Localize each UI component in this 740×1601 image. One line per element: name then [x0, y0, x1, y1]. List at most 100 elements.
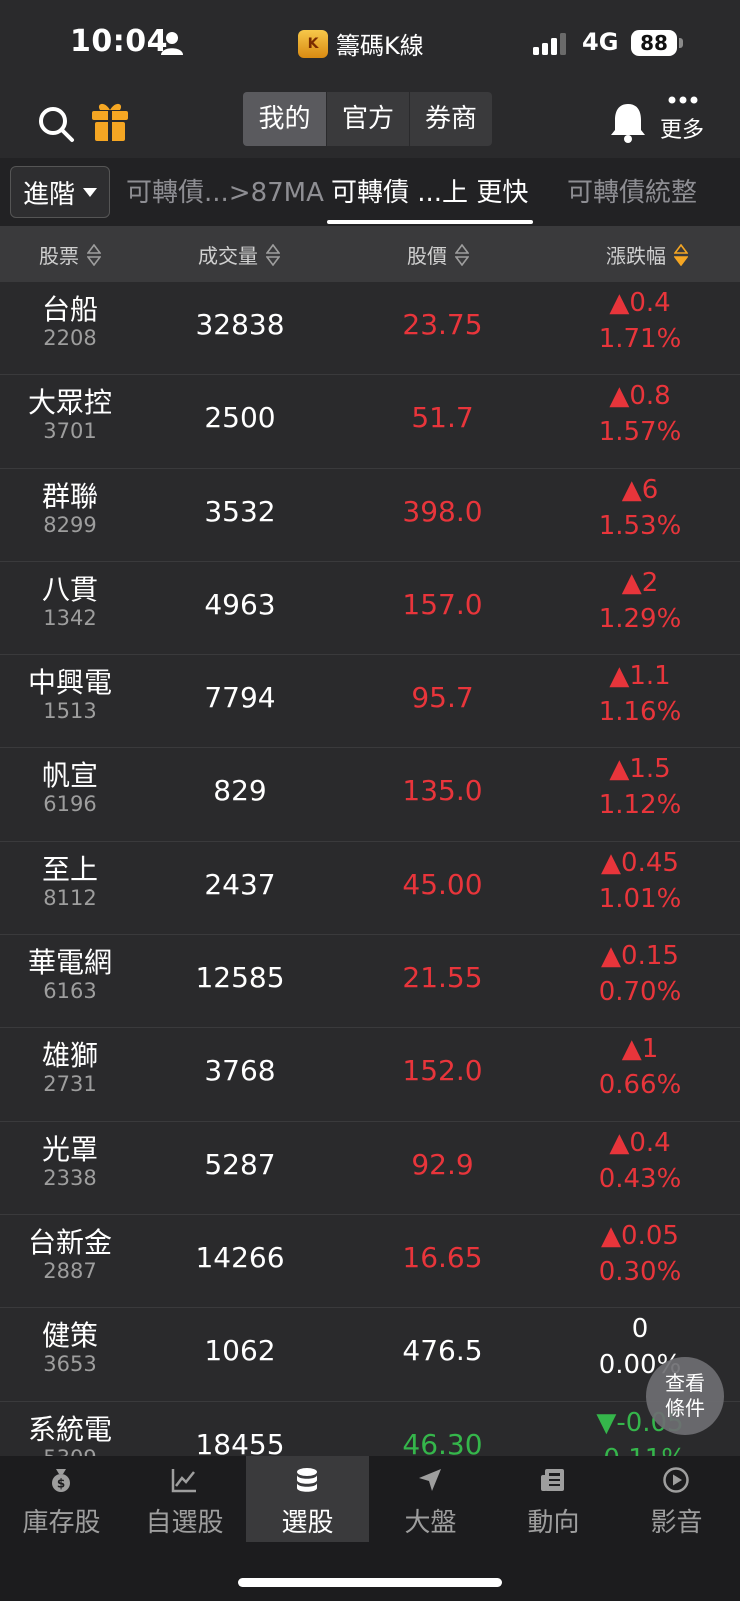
stock-name: 大眾控 [27, 386, 112, 420]
table-row[interactable]: 八貫 1342 4963 157.0 ▲2 1.29% [0, 562, 740, 656]
stock-code: 2208 [43, 326, 97, 350]
tab-cb-87ma[interactable]: 可轉債...>87MA [126, 172, 324, 209]
stock-code: 3701 [43, 419, 97, 444]
chevron-down-icon [83, 187, 97, 197]
stock-price: 46.30 [402, 1427, 483, 1456]
nav-label: 動向 [527, 1508, 580, 1538]
header-volume-label: 成交量 [198, 244, 258, 268]
play-circle-icon [663, 1467, 689, 1493]
sort-icon [87, 243, 101, 266]
svg-text:$: $ [57, 1477, 65, 1491]
header-stock[interactable]: 股票 [39, 240, 101, 269]
search-icon[interactable] [36, 104, 76, 144]
stock-name: 群聯 [41, 479, 98, 513]
stock-change-pct: -0.11% [560, 1444, 720, 1456]
stock-code: 3653 [43, 1352, 97, 1377]
nav-item-market[interactable]: 大盤 [369, 1456, 492, 1542]
stock-name: 系統電 [27, 1412, 112, 1446]
bell-icon[interactable] [608, 100, 648, 144]
table-row[interactable]: 台新金 2887 14266 16.65 ▲0.05 0.30% [0, 1215, 740, 1309]
table-row[interactable]: 華電網 6163 12585 21.55 ▲0.15 0.70% [0, 935, 740, 1029]
nav-item-holdings[interactable]: $ 庫存股 [0, 1456, 123, 1542]
stock-price: 45.00 [402, 867, 483, 901]
header-change-label: 漲跌幅 [606, 244, 666, 268]
nav-item-trends[interactable]: 動向 [492, 1456, 615, 1542]
stock-change: ▲0.05 [601, 1220, 679, 1251]
home-indicator[interactable] [238, 1578, 502, 1587]
stock-volume: 12585 [195, 961, 285, 995]
stock-change-pct: 1.71% [598, 324, 682, 354]
tab-cb-summary[interactable]: 可轉債統整 [567, 172, 697, 209]
table-row[interactable]: 光罩 2338 5287 92.9 ▲0.4 0.43% [0, 1122, 740, 1215]
stock-name: 台新金 [27, 1225, 112, 1259]
more-button[interactable]: 更多 [660, 112, 704, 144]
sort-descending-icon [674, 243, 688, 266]
view-conditions-line2: 條件 [665, 1396, 705, 1420]
stock-volume: 5287 [204, 1147, 276, 1181]
gift-icon[interactable] [90, 100, 130, 142]
segment-broker[interactable]: 券商 [409, 92, 492, 146]
stock-name: 華電網 [27, 946, 112, 980]
stock-change-pct: 1.29% [598, 603, 682, 634]
table-row[interactable]: 帆宣 6196 829 135.0 ▲1.5 1.12% [0, 748, 740, 842]
table-row[interactable]: 至上 8112 2437 45.00 ▲0.45 1.01% [0, 842, 740, 936]
top-bar: 我的 官方 券商 更多 [0, 86, 740, 158]
stock-price: 51.7 [411, 401, 474, 435]
nav-item-media[interactable]: 影音 [615, 1456, 738, 1542]
trend-chart-icon [171, 1469, 196, 1493]
tab-cb-faster[interactable]: 可轉債 ...上 更快 [331, 172, 528, 209]
stock-price: 95.7 [411, 681, 474, 715]
segment-official[interactable]: 官方 [326, 92, 409, 146]
network-type: 4G [582, 28, 619, 56]
nav-item-screener[interactable]: 選股 [246, 1456, 369, 1542]
header-price-label: 股價 [407, 244, 447, 268]
table-header: 股票 成交量 股價 漲跌幅 [0, 226, 740, 282]
stock-change: ▲0.15 [601, 941, 679, 972]
stock-price: 135.0 [402, 774, 483, 808]
stock-price: 476.5 [402, 1334, 483, 1368]
advanced-dropdown[interactable]: 進階 [10, 166, 110, 218]
stock-code: 6196 [43, 792, 97, 817]
stock-change: ▲6 [621, 474, 659, 505]
nav-item-watchlist[interactable]: 自選股 [123, 1456, 246, 1542]
more-dots-icon[interactable] [668, 96, 698, 104]
header-volume[interactable]: 成交量 [198, 240, 280, 269]
stock-volume: 32838 [195, 308, 285, 341]
table-row[interactable]: 健策 3653 1062 476.5 0 0.00% [0, 1308, 740, 1402]
table-row[interactable]: 中興電 1513 7794 95.7 ▲1.1 1.16% [0, 655, 740, 749]
stock-change: 0 [631, 1314, 649, 1345]
stock-change-pct: 1.53% [598, 510, 682, 541]
nav-label: 選股 [281, 1508, 334, 1538]
table-row[interactable]: 群聯 8299 3532 398.0 ▲6 1.53% [0, 469, 740, 562]
app-logo-icon: K [298, 29, 328, 58]
segment-mine[interactable]: 我的 [243, 92, 326, 146]
money-bag-icon: $ [52, 1469, 70, 1492]
sort-icon [455, 243, 469, 266]
table-row[interactable]: 台船 2208 32838 23.75 ▲0.4 1.71% [0, 282, 740, 376]
header-price[interactable]: 股價 [407, 240, 469, 269]
nav-label: 大盤 [404, 1508, 457, 1538]
table-row[interactable]: 雄獅 2731 3768 152.0 ▲1 0.66% [0, 1028, 740, 1122]
stock-code: 2338 [43, 1165, 97, 1190]
stock-code: 1342 [43, 605, 97, 630]
header-stock-label: 股票 [39, 244, 79, 268]
stock-change: ▲1 [621, 1034, 659, 1065]
stock-code: 5309 [0, 1446, 140, 1456]
stock-change-pct: 0.43% [598, 1163, 682, 1194]
stock-volume: 3532 [204, 494, 276, 528]
view-conditions-line1: 查看 [665, 1371, 705, 1395]
header-change[interactable]: 漲跌幅 [606, 240, 688, 269]
stock-change: ▲2 [621, 567, 659, 598]
table-row[interactable]: 系統電 5309 18455 46.30 ▼-0.05 -0.11% [0, 1402, 740, 1456]
status-time: 10:04 [70, 24, 168, 59]
stock-code: 6163 [43, 979, 97, 1004]
stock-change-pct: 0.30% [598, 1256, 682, 1287]
view-conditions-button[interactable]: 查看 條件 [646, 1357, 724, 1435]
cellular-signal-icon [533, 33, 566, 55]
stock-code: 8112 [43, 885, 97, 910]
stock-name: 八貫 [41, 572, 98, 606]
navigation-arrow-icon [419, 1469, 441, 1491]
table-row[interactable]: 大眾控 3701 2500 51.7 ▲0.8 1.57% [0, 375, 740, 469]
source-segmented-control: 我的 官方 券商 [243, 92, 492, 146]
stock-volume: 3768 [204, 1054, 276, 1088]
